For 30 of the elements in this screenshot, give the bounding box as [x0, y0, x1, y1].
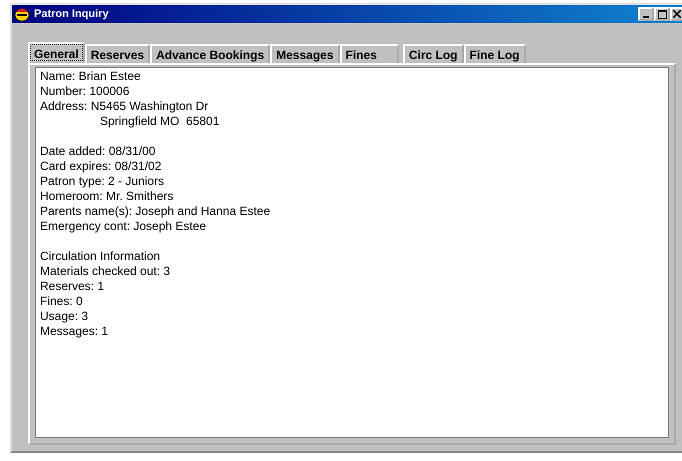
tab[interactable]: Messages: [270, 44, 340, 63]
info-line: Address: N5465 Washington Dr: [40, 99, 208, 114]
info-line: Circulation Information: [40, 249, 160, 264]
info-line: Number: 100006: [40, 84, 130, 99]
info-line: Date added: 08/31/00: [40, 144, 156, 159]
close-icon: [673, 10, 681, 18]
info-line: Reserves: 1: [40, 279, 104, 294]
info-line: Name: Brian Estee: [40, 69, 141, 84]
tab[interactable]: Reserves: [84, 44, 150, 63]
tab[interactable]: Fines: [340, 44, 399, 63]
maximize-icon: [658, 10, 666, 18]
info-line: Homeroom: Mr. Smithers: [40, 189, 174, 204]
info-line: Materials checked out: 3: [40, 264, 170, 279]
info-line: Card expires: 08/31/02: [40, 159, 162, 174]
minimize-button[interactable]: [638, 7, 654, 21]
tab[interactable]: Fine Log: [464, 44, 526, 63]
tab[interactable]: General: [28, 42, 85, 63]
info-line: Messages: 1: [40, 324, 108, 339]
info-line: Patron type: 2 - Juniors: [40, 174, 164, 189]
close-button[interactable]: [670, 7, 682, 21]
info-line: Fines: 0: [40, 294, 83, 309]
tab[interactable]: Advance Bookings: [150, 44, 270, 63]
window-title: Patron Inquiry: [34, 8, 110, 20]
info-line: Parents name(s): Joseph and Hanna Estee: [40, 204, 270, 219]
face-icon: [14, 7, 30, 21]
info-line: Springfield MO 65801: [100, 114, 220, 129]
maximize-button[interactable]: [654, 7, 670, 21]
tab[interactable]: Circ Log: [402, 44, 464, 63]
info-line: Usage: 3: [40, 309, 88, 324]
info-line: Emergency cont: Joseph Estee: [40, 219, 206, 234]
